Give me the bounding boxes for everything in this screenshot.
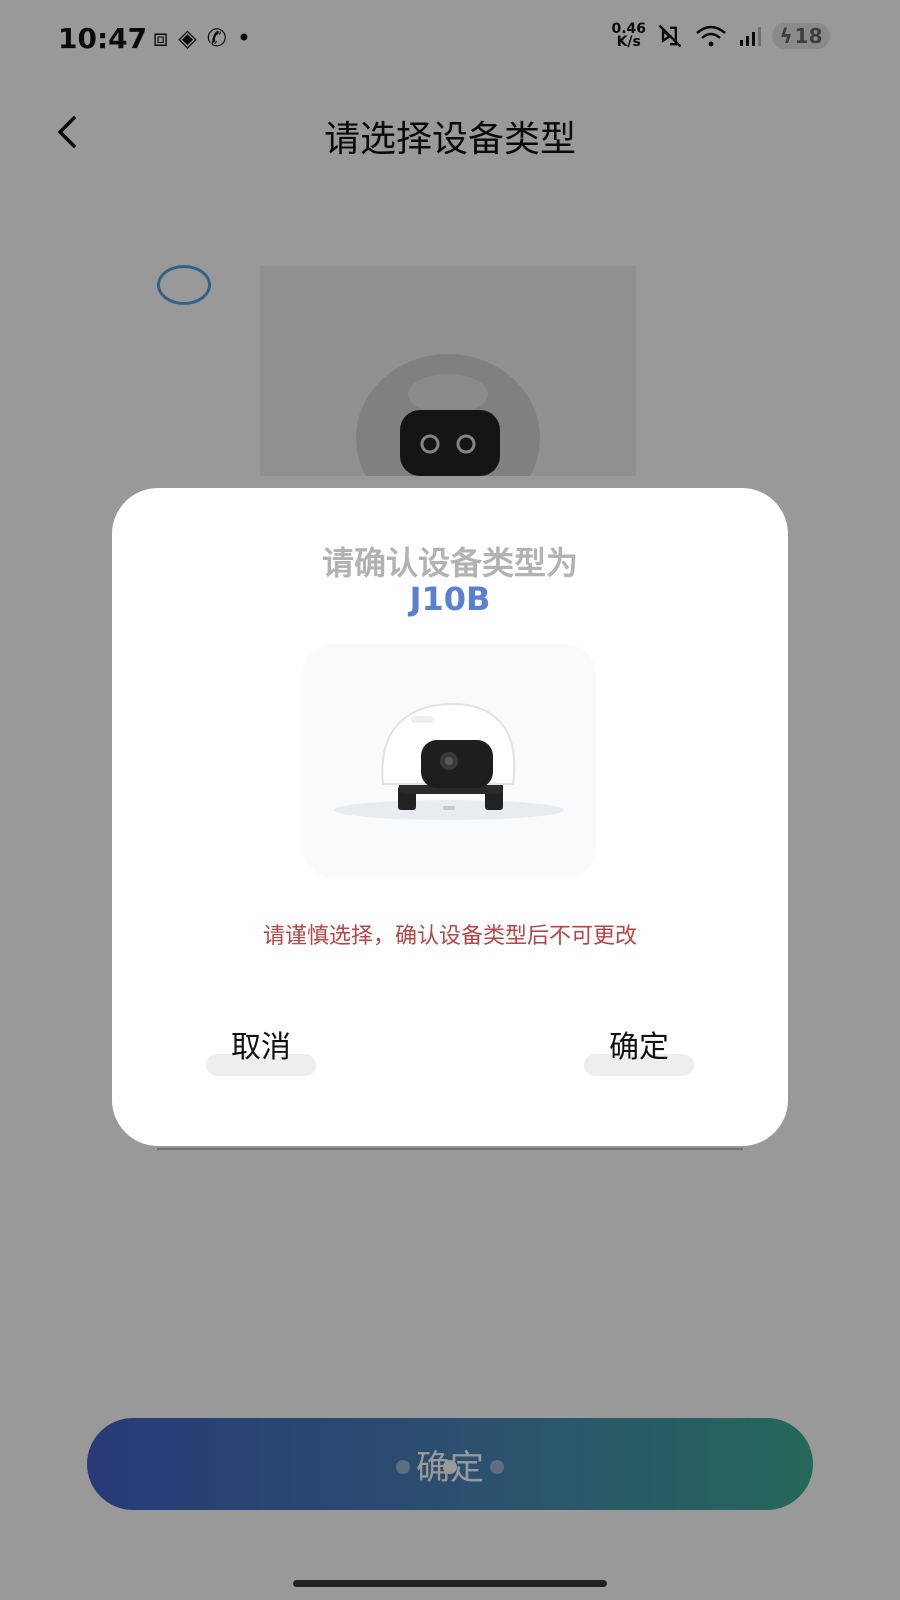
- ok-button-label: 确定: [609, 1030, 669, 1065]
- dialog-title: 请确认设备类型为: [321, 544, 578, 582]
- ok-button[interactable]: 确定: [584, 1022, 694, 1076]
- product-image: [303, 644, 596, 878]
- confirm-device-dialog: 请确认设备类型为 J10B 请谨慎选择，确认设备类型后不可更改 取消 确定: [112, 488, 788, 1146]
- cancel-button[interactable]: 取消: [206, 1022, 316, 1076]
- cancel-button-label: 取消: [231, 1030, 291, 1065]
- dialog-warning-text: 请谨慎选择，确认设备类型后不可更改: [262, 924, 637, 949]
- dialog-model-name: J10B: [409, 580, 491, 618]
